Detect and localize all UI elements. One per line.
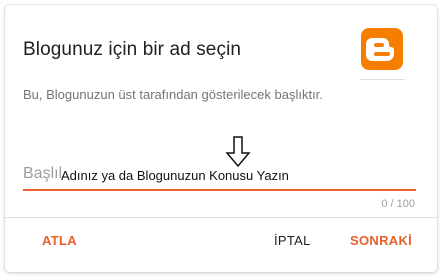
screen: Blogunuz için bir ad seçin Bu, Blogunuzu… — [0, 0, 443, 279]
dialog-title: Blogunuz için bir ad seçin — [23, 39, 242, 60]
footer-divider — [5, 217, 437, 218]
blogger-logo-icon — [360, 23, 405, 75]
next-button[interactable]: SONRAKİ — [350, 233, 412, 248]
character-counter: 0 / 100 — [381, 198, 415, 210]
blog-title-underline — [23, 189, 416, 191]
skip-button[interactable]: ATLA — [42, 233, 77, 248]
cancel-button[interactable]: İPTAL — [274, 233, 311, 248]
blog-title-input-value[interactable]: Adınız ya da Blogunuzun Konusu Yazın — [61, 168, 291, 183]
down-arrow-icon — [225, 135, 251, 169]
dialog-description: Bu, Blogunuzun üst tarafından gösterilec… — [23, 87, 323, 102]
choose-blog-name-dialog: Blogunuz için bir ad seçin Bu, Blogunuzu… — [5, 5, 437, 272]
blog-title-field[interactable]: Başlık Adınız ya da Blogunuzun Konusu Ya… — [23, 153, 416, 191]
logo-divider — [360, 79, 405, 80]
